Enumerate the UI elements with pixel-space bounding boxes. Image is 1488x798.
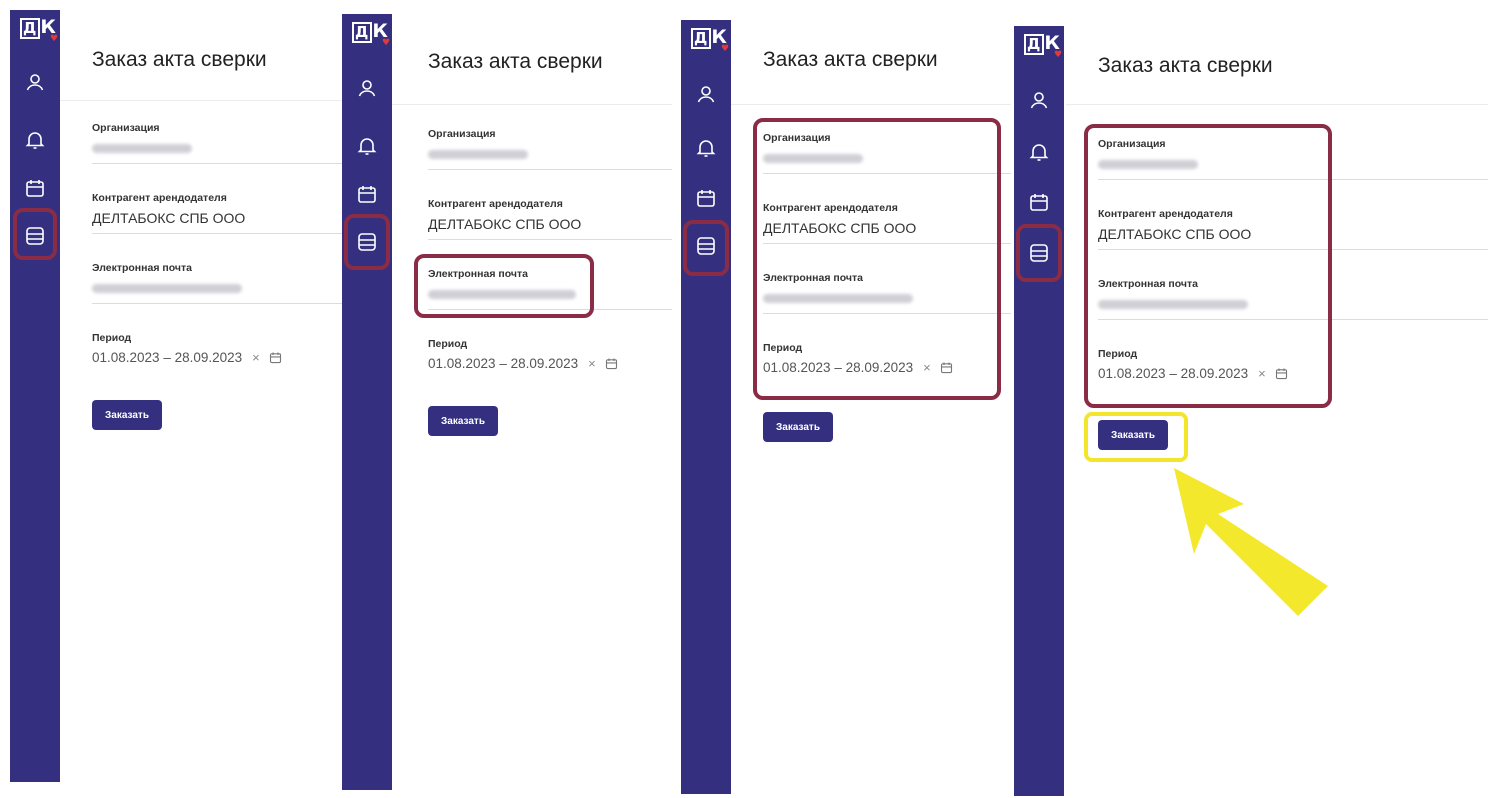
organization-label: Организация	[428, 128, 496, 140]
organization-label: Организация	[92, 122, 160, 134]
form-area: Заказ акта сверки Организация Контрагент…	[392, 14, 672, 790]
bell-icon[interactable]	[355, 134, 379, 158]
highlight-sidebar-icon	[13, 208, 57, 260]
counterparty-value: ДЕЛТАБОКС СПБ ООО	[92, 210, 246, 226]
divider	[731, 104, 1011, 105]
clear-icon[interactable]: ×	[588, 356, 596, 371]
highlight-form-fields	[1084, 124, 1332, 408]
counterparty-label: Контрагент арендодателя	[92, 192, 227, 204]
calendar-icon[interactable]	[268, 350, 283, 365]
email-label: Электронная почта	[92, 262, 192, 274]
step-panel-2: Д К ♥ Заказ акта сверки Организация Контра…	[342, 14, 672, 790]
calendar-icon[interactable]	[694, 186, 718, 210]
user-icon[interactable]	[694, 82, 718, 106]
counterparty-field[interactable]: Контрагент арендодателя ДЕЛТАБОКС СПБ ОО…	[428, 198, 672, 240]
bell-icon[interactable]	[694, 136, 718, 160]
step-panel-4: Д К ♥ Заказ акта сверки Организация Контра…	[1014, 26, 1488, 796]
form-area: Заказ акта сверки Организация Контрагент…	[60, 10, 342, 782]
app-logo: Д К ♥	[20, 16, 58, 44]
highlight-order-button	[1084, 412, 1188, 462]
user-icon[interactable]	[23, 70, 47, 94]
period-field[interactable]: Период 01.08.2023 – 28.09.2023 ×	[92, 332, 342, 365]
calendar-icon[interactable]	[355, 182, 379, 206]
calendar-icon[interactable]	[23, 176, 47, 200]
order-button[interactable]: Заказать	[428, 406, 498, 436]
bell-icon[interactable]	[1027, 140, 1051, 164]
period-value: 01.08.2023 – 28.09.2023	[92, 350, 243, 365]
counterparty-label: Контрагент арендодателя	[428, 198, 563, 210]
bell-icon[interactable]	[23, 128, 47, 152]
user-icon[interactable]	[1027, 88, 1051, 112]
sidebar: Д К ♥	[1014, 26, 1064, 796]
highlight-form-fields	[753, 118, 1001, 400]
page-title: Заказ акта сверки	[92, 48, 267, 71]
sidebar: Д К ♥	[10, 10, 60, 782]
order-button[interactable]: Заказать	[92, 400, 162, 430]
highlight-sidebar-icon	[683, 220, 729, 276]
sidebar: Д К ♥	[681, 20, 731, 794]
highlight-sidebar-icon	[1016, 224, 1062, 282]
organization-field[interactable]: Организация	[428, 128, 672, 170]
divider	[1066, 104, 1488, 105]
sidebar: Д К ♥	[342, 14, 392, 790]
divider	[392, 104, 672, 105]
counterparty-field[interactable]: Контрагент арендодателя ДЕЛТАБОКС СПБ ОО…	[92, 192, 342, 234]
email-value-redacted	[92, 284, 242, 293]
period-value: 01.08.2023 – 28.09.2023	[428, 356, 579, 371]
period-label: Период	[428, 338, 468, 350]
organization-value-redacted	[92, 144, 192, 153]
period-field[interactable]: Период 01.08.2023 – 28.09.2023 ×	[428, 338, 672, 371]
calendar-icon[interactable]	[604, 356, 619, 371]
calendar-icon[interactable]	[1027, 190, 1051, 214]
user-icon[interactable]	[355, 76, 379, 100]
page-title: Заказ акта сверки	[428, 50, 603, 73]
app-logo: Д К ♥	[352, 20, 390, 48]
app-logo: Д К ♥	[1024, 32, 1062, 60]
email-field[interactable]: Электронная почта	[92, 262, 342, 304]
page-title: Заказ акта сверки	[763, 48, 938, 71]
highlight-email-field	[414, 254, 594, 318]
divider	[60, 100, 342, 101]
page-title: Заказ акта сверки	[1098, 54, 1273, 77]
period-label: Период	[92, 332, 132, 344]
arrow-icon	[1174, 468, 1328, 616]
order-button[interactable]: Заказать	[763, 412, 833, 442]
counterparty-value: ДЕЛТАБОКС СПБ ООО	[428, 216, 582, 232]
organization-field[interactable]: Организация	[92, 122, 342, 164]
app-logo: Д К ♥	[691, 26, 729, 54]
highlight-sidebar-icon	[344, 214, 390, 270]
clear-icon[interactable]: ×	[252, 350, 260, 365]
organization-value-redacted	[428, 150, 528, 159]
step-panel-1: Д К ♥ Заказ акта сверки Организация Контра…	[10, 10, 342, 782]
step-panel-3: Д К ♥ Заказ акта сверки Организация Контра…	[681, 20, 1011, 794]
